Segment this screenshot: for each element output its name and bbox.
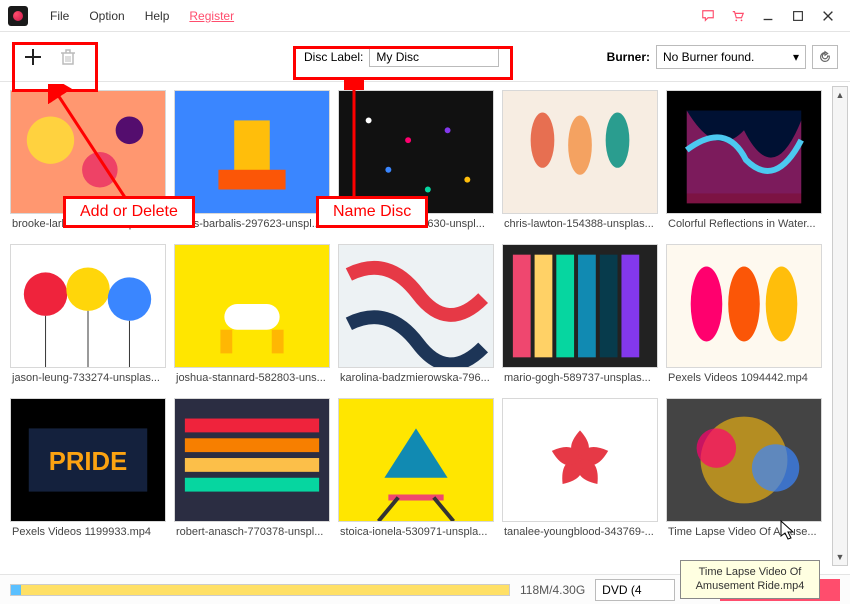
- thumbnail-grid: brooke-lark-235088-unsplas... chris-barba…: [10, 90, 842, 538]
- thumbnail-item[interactable]: stoica-ionela-530971-unspla...: [338, 398, 494, 538]
- thumbnail-label: jason-leung-733274-unsplas...: [10, 368, 166, 384]
- burner-select[interactable]: No Burner found. ▾: [656, 45, 806, 69]
- thumbnail-label: chris-barbalis-297623-unspl...: [174, 214, 330, 230]
- size-text: 118M/4.30G: [520, 583, 585, 597]
- scroll-up-arrow[interactable]: ▲: [833, 87, 847, 103]
- thumbnail-label: joshua-stannard-582803-uns...: [174, 368, 330, 384]
- thumbnail-item[interactable]: robert-anasch-770378-unspl...: [174, 398, 330, 538]
- thumbnail-item[interactable]: Pexels Videos 1094442.mp4: [666, 244, 822, 384]
- scroll-track[interactable]: [833, 103, 847, 549]
- thumbnail-label: chris-barbalis-627630-unspl...: [338, 214, 494, 230]
- disc-label-group: Disc Label:: [296, 43, 507, 71]
- thumbnail-item[interactable]: mario-gogh-589737-unsplas...: [502, 244, 658, 384]
- refresh-button[interactable]: [812, 45, 838, 69]
- thumbnail-label: stoica-ionela-530971-unspla...: [338, 522, 494, 538]
- thumbnail-label: mario-gogh-589737-unsplas...: [502, 368, 658, 384]
- thumbnail-image: [502, 398, 658, 522]
- thumbnail-label: Colorful Reflections in Water...: [666, 214, 822, 230]
- menu-file[interactable]: File: [40, 5, 79, 27]
- thumbnail-image: [174, 398, 330, 522]
- thumbnail-image: [338, 90, 494, 214]
- thumbnail-label: chris-lawton-154388-unsplas...: [502, 214, 658, 230]
- cart-icon[interactable]: [728, 6, 748, 26]
- format-select[interactable]: DVD (4: [595, 579, 675, 601]
- burner-group: Burner: No Burner found. ▾: [607, 45, 838, 69]
- thumbnail-label: Time Lapse Video Of Amuse...: [666, 522, 822, 538]
- disc-label-input[interactable]: [369, 47, 499, 67]
- maximize-button[interactable]: [788, 6, 808, 26]
- minimize-button[interactable]: [758, 6, 778, 26]
- burner-value: No Burner found.: [663, 50, 754, 64]
- thumbnail-label: robert-anasch-770378-unspl...: [174, 522, 330, 538]
- thumbnail-image: [174, 244, 330, 368]
- thumbnail-image: [174, 90, 330, 214]
- menu-option[interactable]: Option: [79, 5, 134, 27]
- thumbnail-image: [502, 90, 658, 214]
- thumbnail-image: [338, 398, 494, 522]
- thumbnail-image: PRIDE: [10, 398, 166, 522]
- titlebar: File Option Help Register: [0, 0, 850, 32]
- burner-label: Burner:: [607, 50, 650, 64]
- thumbnail-item[interactable]: joshua-stannard-582803-uns...: [174, 244, 330, 384]
- thumbnail-image: [666, 244, 822, 368]
- disc-label-text: Disc Label:: [304, 50, 363, 64]
- thumbnail-item[interactable]: tanalee-youngblood-343769-...: [502, 398, 658, 538]
- add-delete-group: [12, 40, 88, 74]
- thumbnail-image: [666, 90, 822, 214]
- svg-text:PRIDE: PRIDE: [49, 448, 127, 476]
- thumbnail-label: Pexels Videos 1199933.mp4: [10, 522, 166, 538]
- app-icon: [8, 6, 28, 26]
- menu-register[interactable]: Register: [179, 5, 244, 27]
- format-value: DVD (4: [602, 583, 641, 597]
- thumbnail-item[interactable]: chris-barbalis-627630-unspl...: [338, 90, 494, 230]
- thumbnail-item[interactable]: karolina-badzmierowska-796...: [338, 244, 494, 384]
- thumbnail-item[interactable]: jason-leung-733274-unsplas...: [10, 244, 166, 384]
- thumbnail-item[interactable]: Colorful Reflections in Water...: [666, 90, 822, 230]
- close-button[interactable]: [818, 6, 838, 26]
- thumbnail-label: tanalee-youngblood-343769-...: [502, 522, 658, 538]
- tooltip: Time Lapse Video Of Amusement Ride.mp4: [680, 560, 820, 599]
- thumbnail-label: Pexels Videos 1094442.mp4: [666, 368, 822, 384]
- thumbnail-image: [502, 244, 658, 368]
- toolbar: Disc Label: Burner: No Burner found. ▾: [0, 32, 850, 82]
- thumbnail-image: [338, 244, 494, 368]
- thumbnail-image: [666, 398, 822, 522]
- add-button[interactable]: [22, 46, 44, 68]
- feedback-icon[interactable]: [698, 6, 718, 26]
- thumbnail-item[interactable]: chris-lawton-154388-unsplas...: [502, 90, 658, 230]
- thumbnail-label: brooke-lark-235088-unsplas...: [10, 214, 166, 230]
- delete-button[interactable]: [58, 47, 78, 67]
- vertical-scrollbar[interactable]: ▲ ▼: [832, 86, 848, 566]
- thumbnail-item[interactable]: PRIDE Pexels Videos 1199933.mp4: [10, 398, 166, 538]
- thumbnail-image: [10, 244, 166, 368]
- capacity-bar: [10, 584, 510, 596]
- menu-help[interactable]: Help: [135, 5, 180, 27]
- scroll-down-arrow[interactable]: ▼: [833, 549, 847, 565]
- thumbnail-image: [10, 90, 166, 214]
- thumbnail-item[interactable]: Time Lapse Video Of Amuse...: [666, 398, 822, 538]
- content-area: brooke-lark-235088-unsplas... chris-barba…: [0, 82, 850, 570]
- thumbnail-label: karolina-badzmierowska-796...: [338, 368, 494, 384]
- thumbnail-item[interactable]: chris-barbalis-297623-unspl...: [174, 90, 330, 230]
- chevron-down-icon: ▾: [793, 50, 799, 64]
- thumbnail-item[interactable]: brooke-lark-235088-unsplas...: [10, 90, 166, 230]
